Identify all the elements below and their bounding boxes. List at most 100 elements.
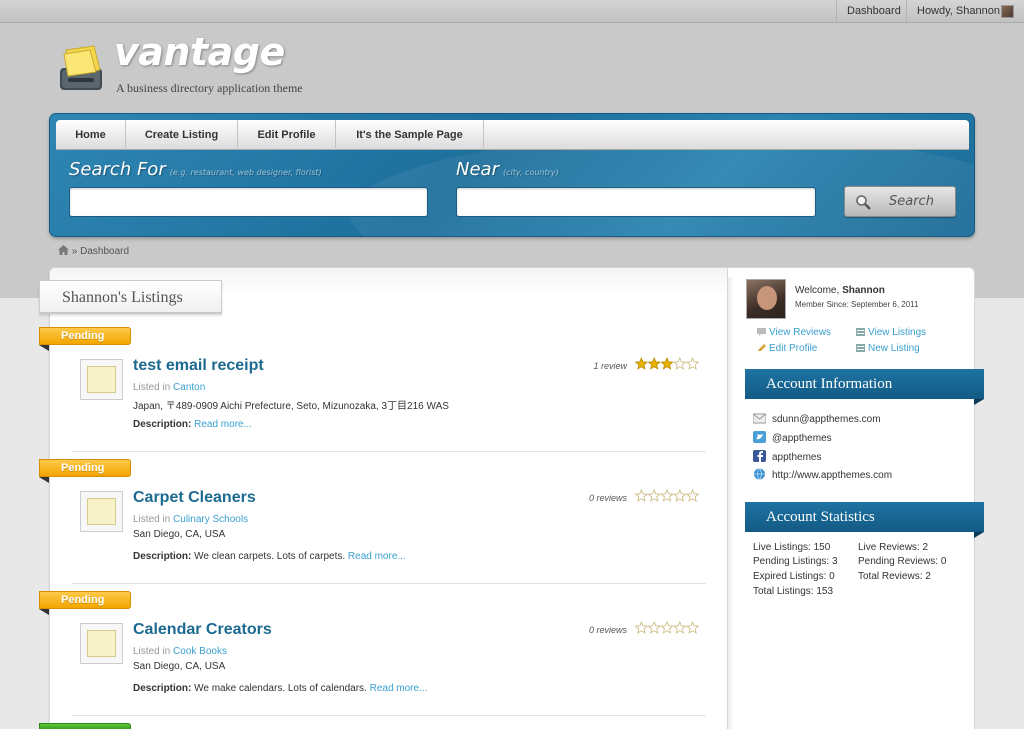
stat-total-reviews: Total Reviews: 2 — [858, 571, 931, 582]
listing-address: Japan, 〒489-0909 Aichi Prefecture, Seto,… — [133, 401, 449, 412]
facebook-icon — [753, 450, 766, 462]
username: Shannon — [842, 285, 885, 296]
status-badge: Pending — [39, 459, 131, 477]
header-search-panel: Home Create Listing Edit Profile It's th… — [49, 113, 975, 237]
listing-description: Description: We make calendars. Lots of … — [133, 683, 428, 694]
admin-avatar — [1001, 5, 1014, 18]
stat-total-listings: Total Listings: 153 — [753, 586, 834, 597]
star-empty-icon — [635, 621, 649, 634]
listing-item: Pending Carpet Cleaners Listed in Culina… — [39, 459, 709, 591]
listing-item: Pending test email receipt Listed in Can… — [39, 327, 709, 459]
site-title[interactable]: vantage — [114, 30, 285, 74]
star-empty-icon — [647, 489, 661, 502]
star-rating — [635, 489, 699, 502]
comment-icon — [757, 328, 766, 336]
star-empty-icon — [660, 489, 674, 502]
pencil-icon — [758, 344, 766, 351]
near-hint: (city, country) — [502, 168, 559, 177]
rolodex-logo-icon[interactable] — [56, 44, 108, 94]
stat-pending-reviews: Pending Reviews: 0 — [858, 556, 947, 567]
new-listing-icon — [856, 344, 865, 352]
stat-live-reviews: Live Reviews: 2 — [858, 542, 929, 553]
star-empty-icon — [673, 357, 687, 370]
home-icon[interactable] — [58, 245, 69, 255]
view-listings-link[interactable]: View Listings — [856, 327, 926, 338]
search-icon — [856, 195, 871, 210]
new-listing-link[interactable]: New Listing — [856, 343, 920, 354]
read-more-link[interactable]: Read more... — [348, 551, 406, 562]
read-more-link[interactable]: Read more... — [370, 683, 428, 694]
star-empty-icon — [673, 489, 687, 502]
stat-pending-listings: Pending Listings: 3 — [753, 556, 838, 567]
listing-category: Listed in Canton — [133, 382, 206, 393]
category-link[interactable]: Canton — [173, 382, 205, 393]
listing-description: Description: We clean carpets. Lots of c… — [133, 551, 406, 562]
avatar[interactable] — [746, 279, 786, 319]
listing-thumbnail[interactable] — [80, 491, 123, 532]
stat-live-listings: Live Listings: 150 — [753, 542, 831, 553]
nav-sample-page[interactable]: It's the Sample Page — [336, 120, 484, 150]
account-twitter[interactable]: @appthemes — [753, 431, 832, 445]
account-email[interactable]: sdunn@appthemes.com — [753, 412, 881, 426]
status-badge-partial — [39, 723, 131, 729]
view-reviews-link[interactable]: View Reviews — [757, 327, 831, 338]
star-empty-icon — [673, 621, 687, 634]
status-badge: Pending — [39, 327, 131, 345]
welcome-text: Welcome, Shannon — [795, 285, 885, 296]
site-tagline: A business directory application theme — [116, 81, 303, 95]
admin-bar: Dashboard Howdy, Shannon — [0, 0, 1024, 23]
star-empty-icon — [685, 357, 699, 370]
star-filled-icon — [635, 357, 649, 370]
nav-edit-profile[interactable]: Edit Profile — [238, 120, 336, 150]
account-statistics-heading: Account Statistics — [745, 502, 984, 532]
nav-home[interactable]: Home — [56, 120, 126, 150]
review-count[interactable]: 1 review — [593, 361, 627, 371]
listing-thumbnail[interactable] — [80, 623, 123, 664]
main-nav: Home Create Listing Edit Profile It's th… — [56, 120, 969, 150]
listing-address: San Diego, CA, USA — [133, 529, 226, 540]
near-input[interactable] — [456, 187, 816, 217]
star-filled-icon — [660, 357, 674, 370]
twitter-icon — [753, 431, 766, 443]
account-website[interactable]: http://www.appthemes.com — [753, 468, 892, 482]
breadcrumb-separator: » — [71, 246, 78, 257]
account-facebook[interactable]: appthemes — [753, 450, 821, 464]
member-since: Member Since: September 6, 2011 — [795, 300, 919, 309]
listing-description: Description: Read more... — [133, 419, 252, 430]
search-for-input[interactable] — [69, 187, 428, 217]
admin-dashboard-link[interactable]: Dashboard — [836, 0, 906, 22]
search-for-hint: (e.g. restaurant, web designer, florist) — [169, 168, 322, 177]
edit-profile-link[interactable]: Edit Profile — [757, 343, 817, 354]
star-empty-icon — [685, 489, 699, 502]
listing-title[interactable]: test email receipt — [133, 357, 264, 375]
category-link[interactable]: Cook Books — [173, 646, 227, 657]
listings-tab: Shannon's Listings — [39, 280, 222, 314]
star-empty-icon — [635, 489, 649, 502]
star-rating — [635, 621, 699, 634]
star-empty-icon — [647, 621, 661, 634]
listing-address: San Diego, CA, USA — [133, 661, 226, 672]
star-empty-icon — [660, 621, 674, 634]
breadcrumb-current: Dashboard — [80, 246, 130, 257]
listings-tab-title: Shannon's Listings — [62, 289, 183, 306]
listing-thumbnail[interactable] — [80, 359, 123, 400]
star-rating — [635, 357, 699, 370]
star-filled-icon — [647, 357, 661, 370]
near-label: Near (city, country) — [456, 159, 559, 180]
category-link[interactable]: Culinary Schools — [173, 514, 248, 525]
list-icon — [856, 328, 865, 336]
read-more-link[interactable]: Read more... — [194, 419, 252, 430]
listing-title[interactable]: Calendar Creators — [133, 621, 272, 639]
review-count[interactable]: 0 reviews — [589, 625, 627, 635]
listing-item: Pending Calendar Creators Listed in Cook… — [39, 591, 709, 723]
account-information-heading: Account Information — [745, 369, 984, 399]
star-empty-icon — [685, 621, 699, 634]
search-button-label: Search — [889, 194, 934, 209]
nav-create-listing[interactable]: Create Listing — [126, 120, 238, 150]
search-button[interactable]: Search — [844, 186, 956, 217]
admin-howdy-menu[interactable]: Howdy, Shannon — [906, 0, 1024, 22]
howdy-label: Howdy, Shannon — [917, 5, 1000, 17]
listing-title[interactable]: Carpet Cleaners — [133, 489, 256, 507]
status-badge: Pending — [39, 591, 131, 609]
review-count[interactable]: 0 reviews — [589, 493, 627, 503]
